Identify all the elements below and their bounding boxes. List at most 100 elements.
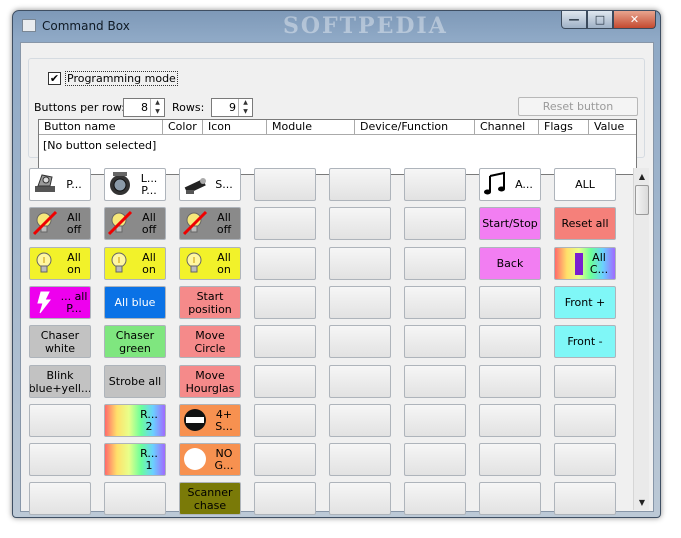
reset-button[interactable]: Reset button <box>518 97 638 116</box>
empty-button-slot[interactable] <box>29 443 91 476</box>
empty-button-slot[interactable] <box>404 443 466 476</box>
table-row[interactable]: [No button selected] <box>43 139 156 152</box>
empty-button-slot[interactable] <box>329 247 391 280</box>
empty-button-slot[interactable] <box>404 482 466 515</box>
spin-up-icon[interactable]: ▲ <box>239 99 252 108</box>
command-button[interactable]: All on <box>104 247 166 280</box>
command-button[interactable]: A... <box>479 168 541 201</box>
column-header[interactable]: Color <box>163 120 203 135</box>
command-button[interactable]: All off <box>104 207 166 240</box>
empty-button-slot[interactable] <box>329 286 391 319</box>
empty-button-slot[interactable] <box>479 325 541 358</box>
column-header[interactable]: Value <box>589 120 636 135</box>
column-header[interactable]: Icon <box>203 120 267 135</box>
programming-mode-checkbox[interactable]: ✔ Programming mode <box>45 70 181 86</box>
scroll-down-icon[interactable]: ▼ <box>634 494 650 510</box>
empty-button-slot[interactable] <box>404 247 466 280</box>
empty-button-slot[interactable] <box>104 482 166 515</box>
empty-button-slot[interactable] <box>254 365 316 398</box>
spin-down-icon[interactable]: ▼ <box>239 108 252 117</box>
column-header[interactable]: Flags <box>539 120 589 135</box>
command-button[interactable]: 4+ S... <box>179 404 241 437</box>
command-button[interactable]: Reset all <box>554 207 616 240</box>
command-button[interactable]: Back <box>479 247 541 280</box>
close-button[interactable]: ✕ <box>613 11 656 29</box>
scroll-thumb[interactable] <box>635 185 649 215</box>
checkbox-box[interactable]: ✔ <box>48 71 61 85</box>
command-button[interactable]: Start/Stop <box>479 207 541 240</box>
column-header[interactable]: Module <box>267 120 355 135</box>
empty-button-slot[interactable] <box>329 365 391 398</box>
empty-button-slot[interactable] <box>404 207 466 240</box>
button-properties-table[interactable]: Button name Color Icon Module Device/Fun… <box>38 119 637 175</box>
empty-button-slot[interactable] <box>404 325 466 358</box>
empty-button-slot[interactable] <box>254 168 316 201</box>
command-button[interactable]: All C... <box>554 247 616 280</box>
command-button[interactable]: S... <box>179 168 241 201</box>
empty-button-slot[interactable] <box>479 286 541 319</box>
column-header[interactable]: Channel <box>475 120 539 135</box>
empty-button-slot[interactable] <box>329 482 391 515</box>
buttons-per-row-spinner[interactable]: 8 ▲ ▼ <box>123 98 165 117</box>
empty-button-slot[interactable] <box>329 168 391 201</box>
buttons-per-row-value[interactable]: 8 <box>141 101 148 114</box>
command-button[interactable]: ALL <box>554 168 616 201</box>
command-button[interactable]: P... <box>29 168 91 201</box>
empty-button-slot[interactable] <box>254 286 316 319</box>
empty-button-slot[interactable] <box>254 443 316 476</box>
empty-button-slot[interactable] <box>554 482 616 515</box>
empty-button-slot[interactable] <box>254 404 316 437</box>
command-button[interactable]: Chaser green <box>104 325 166 358</box>
empty-button-slot[interactable] <box>404 404 466 437</box>
column-header[interactable]: Device/Function <box>355 120 475 135</box>
empty-button-slot[interactable] <box>479 482 541 515</box>
empty-button-slot[interactable] <box>479 365 541 398</box>
command-button[interactable]: All off <box>179 207 241 240</box>
command-button[interactable]: Start position <box>179 286 241 319</box>
spin-up-icon[interactable]: ▲ <box>151 99 164 108</box>
empty-button-slot[interactable] <box>554 404 616 437</box>
empty-button-slot[interactable] <box>404 168 466 201</box>
empty-button-slot[interactable] <box>254 325 316 358</box>
empty-button-slot[interactable] <box>479 443 541 476</box>
command-button[interactable]: L... P... <box>104 168 166 201</box>
minimize-button[interactable]: — <box>561 11 587 29</box>
command-button[interactable]: All on <box>179 247 241 280</box>
command-button[interactable]: NO G... <box>179 443 241 476</box>
rows-spinner[interactable]: 9 ▲ ▼ <box>211 98 253 117</box>
empty-button-slot[interactable] <box>329 207 391 240</box>
empty-button-slot[interactable] <box>479 404 541 437</box>
empty-button-slot[interactable] <box>554 365 616 398</box>
empty-button-slot[interactable] <box>29 482 91 515</box>
command-button[interactable]: Front - <box>554 325 616 358</box>
column-header[interactable]: Button name <box>39 120 163 135</box>
empty-button-slot[interactable] <box>29 404 91 437</box>
command-button[interactable]: Front + <box>554 286 616 319</box>
command-button[interactable]: R... 2 <box>104 404 166 437</box>
scroll-up-icon[interactable]: ▲ <box>634 168 650 184</box>
command-button[interactable]: ... all P... <box>29 286 91 319</box>
empty-button-slot[interactable] <box>329 404 391 437</box>
empty-button-slot[interactable] <box>254 247 316 280</box>
command-button[interactable]: Move Hourglas <box>179 365 241 398</box>
empty-button-slot[interactable] <box>329 443 391 476</box>
empty-button-slot[interactable] <box>254 482 316 515</box>
command-button[interactable]: Chaser white <box>29 325 91 358</box>
empty-button-slot[interactable] <box>404 365 466 398</box>
command-button[interactable]: R... 1 <box>104 443 166 476</box>
vertical-scrollbar[interactable]: ▲ ▼ <box>633 168 649 510</box>
title-bar[interactable]: Command Box SOFTPEDIA — □ ✕ <box>13 11 660 41</box>
command-button[interactable]: All off <box>29 207 91 240</box>
empty-button-slot[interactable] <box>254 207 316 240</box>
command-button[interactable]: Move Circle <box>179 325 241 358</box>
empty-button-slot[interactable] <box>329 325 391 358</box>
command-button[interactable]: Blink blue+yell... <box>29 365 91 398</box>
command-button[interactable]: Strobe all <box>104 365 166 398</box>
spin-down-icon[interactable]: ▼ <box>151 108 164 117</box>
rows-value[interactable]: 9 <box>229 101 236 114</box>
empty-button-slot[interactable] <box>554 443 616 476</box>
maximize-button[interactable]: □ <box>587 11 613 29</box>
command-button[interactable]: Scanner chase <box>179 482 241 515</box>
empty-button-slot[interactable] <box>404 286 466 319</box>
command-button[interactable]: All on <box>29 247 91 280</box>
